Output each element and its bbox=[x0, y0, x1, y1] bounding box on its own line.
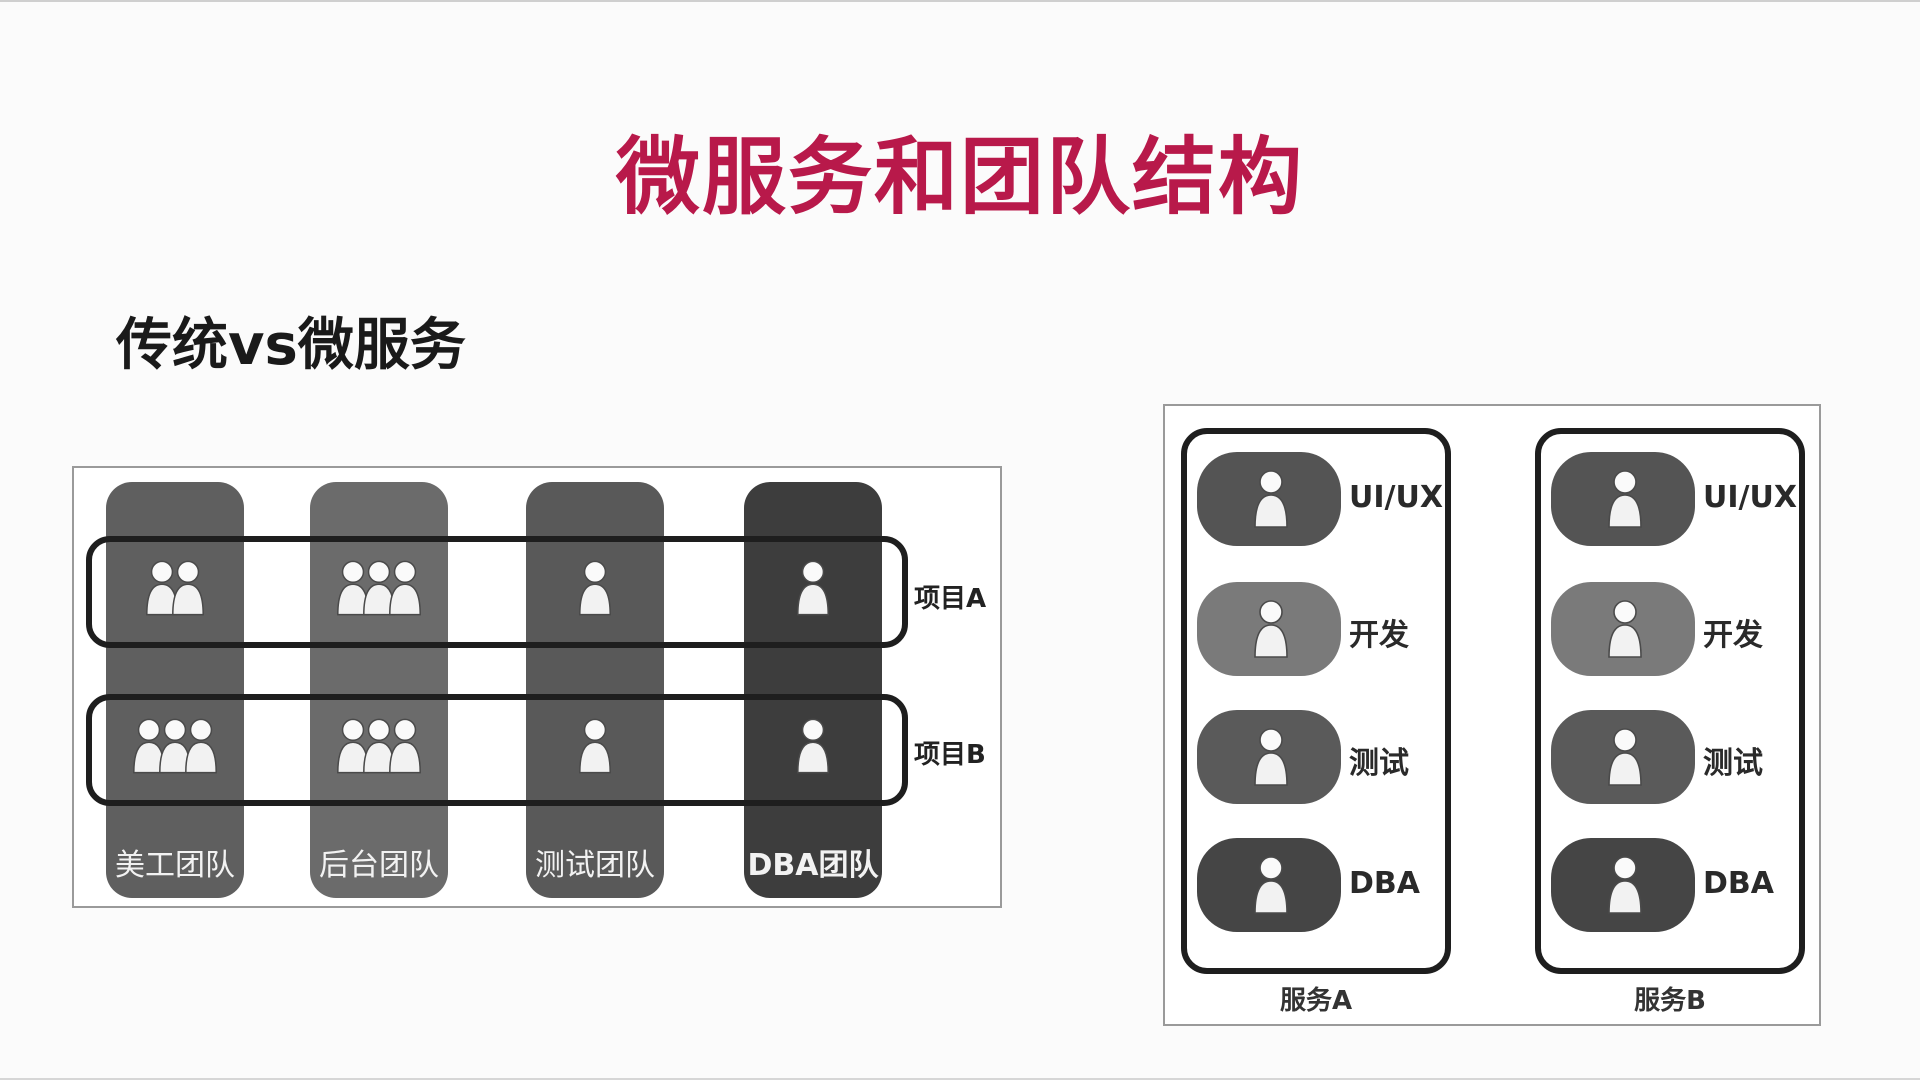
role-label: DBA bbox=[1703, 866, 1774, 901]
service-b-label: 服务B bbox=[1634, 986, 1706, 1016]
project-a-ring bbox=[86, 536, 908, 648]
role-label: 测试 bbox=[1703, 746, 1763, 781]
person-icon bbox=[172, 560, 204, 616]
microservice-team-diagram: UI/UX 开发 测试 DBA 服务A UI/UX 开发 测试 DBA 服务B bbox=[1163, 404, 1821, 1026]
person-icon bbox=[579, 560, 611, 616]
person-icon bbox=[1608, 600, 1642, 658]
person-icon bbox=[1608, 470, 1642, 528]
person-icon bbox=[1608, 856, 1642, 914]
service-a-box: UI/UX 开发 测试 DBA bbox=[1181, 428, 1451, 974]
role-label: 开发 bbox=[1703, 618, 1763, 653]
role-label: UI/UX bbox=[1703, 480, 1797, 515]
person-icon bbox=[1254, 856, 1288, 914]
traditional-team-diagram: 美工团队 后台团队 测试团队 DBA团队 项目A 项目B bbox=[72, 466, 1002, 908]
role-label: DBA bbox=[1349, 866, 1420, 901]
role-pill-dev bbox=[1551, 582, 1695, 676]
role-pill-dba bbox=[1551, 838, 1695, 932]
slide-subtitle: 传统vs微服务 bbox=[116, 313, 466, 378]
slide-title: 微服务和团队结构 bbox=[615, 128, 1304, 226]
role-label: 测试 bbox=[1349, 746, 1409, 781]
role-pill-test bbox=[1551, 710, 1695, 804]
person-icon bbox=[1254, 728, 1288, 786]
role-pill-uiux bbox=[1197, 452, 1341, 546]
project-a-label: 项目A bbox=[914, 584, 987, 614]
person-icon bbox=[389, 560, 421, 616]
role-pill-dba bbox=[1197, 838, 1341, 932]
person-icon bbox=[185, 718, 217, 774]
person-icon bbox=[1254, 470, 1288, 528]
role-pill-test bbox=[1197, 710, 1341, 804]
project-b-label: 项目B bbox=[914, 740, 986, 770]
team-label: 后台团队 bbox=[319, 848, 439, 883]
role-pill-dev bbox=[1197, 582, 1341, 676]
team-label: DBA团队 bbox=[747, 848, 879, 883]
service-a-label: 服务A bbox=[1279, 986, 1353, 1016]
person-icon bbox=[579, 718, 611, 774]
top-rule bbox=[0, 0, 1920, 2]
team-label: 美工团队 bbox=[115, 848, 235, 883]
role-label: UI/UX bbox=[1349, 480, 1443, 515]
person-icon bbox=[797, 560, 829, 616]
service-b-box: UI/UX 开发 测试 DBA bbox=[1535, 428, 1805, 974]
person-icon bbox=[389, 718, 421, 774]
team-label: 测试团队 bbox=[535, 848, 655, 883]
person-icon bbox=[1608, 728, 1642, 786]
person-icon bbox=[1254, 600, 1288, 658]
role-label: 开发 bbox=[1349, 618, 1409, 653]
role-pill-uiux bbox=[1551, 452, 1695, 546]
person-icon bbox=[797, 718, 829, 774]
